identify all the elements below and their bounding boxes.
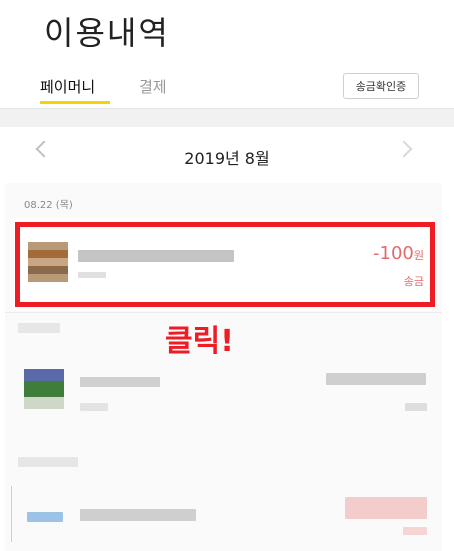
- tab-paymoney[interactable]: 페이머니: [40, 76, 95, 97]
- redacted-type: [403, 527, 427, 535]
- avatar: [24, 369, 64, 409]
- redacted-amount: [345, 497, 427, 519]
- remittance-certificate-button[interactable]: 송금확인증: [343, 73, 419, 99]
- month-label: 2019년 8월: [184, 149, 270, 168]
- click-annotation: 클릭!: [165, 324, 234, 359]
- redacted-merchant-name: [80, 377, 160, 387]
- page-title: 이용내역: [44, 14, 170, 52]
- tab-payment[interactable]: 결제: [139, 76, 167, 97]
- avatar: [27, 512, 63, 522]
- click-highlight-box: [15, 222, 435, 307]
- date-header: 08.22 (목): [24, 200, 73, 211]
- redacted-amount: [326, 373, 426, 385]
- row-divider: [5, 312, 442, 313]
- month-navigation: 2019년 8월: [0, 127, 454, 183]
- redacted-date-header: [18, 323, 60, 333]
- redacted-merchant-name: [80, 509, 196, 521]
- active-tab-indicator: [40, 101, 110, 104]
- redacted-date-header: [18, 457, 78, 467]
- left-edge-marker: [11, 486, 12, 542]
- section-spacer: [0, 109, 454, 127]
- redacted-detail: [80, 403, 108, 411]
- redacted-type: [405, 403, 427, 411]
